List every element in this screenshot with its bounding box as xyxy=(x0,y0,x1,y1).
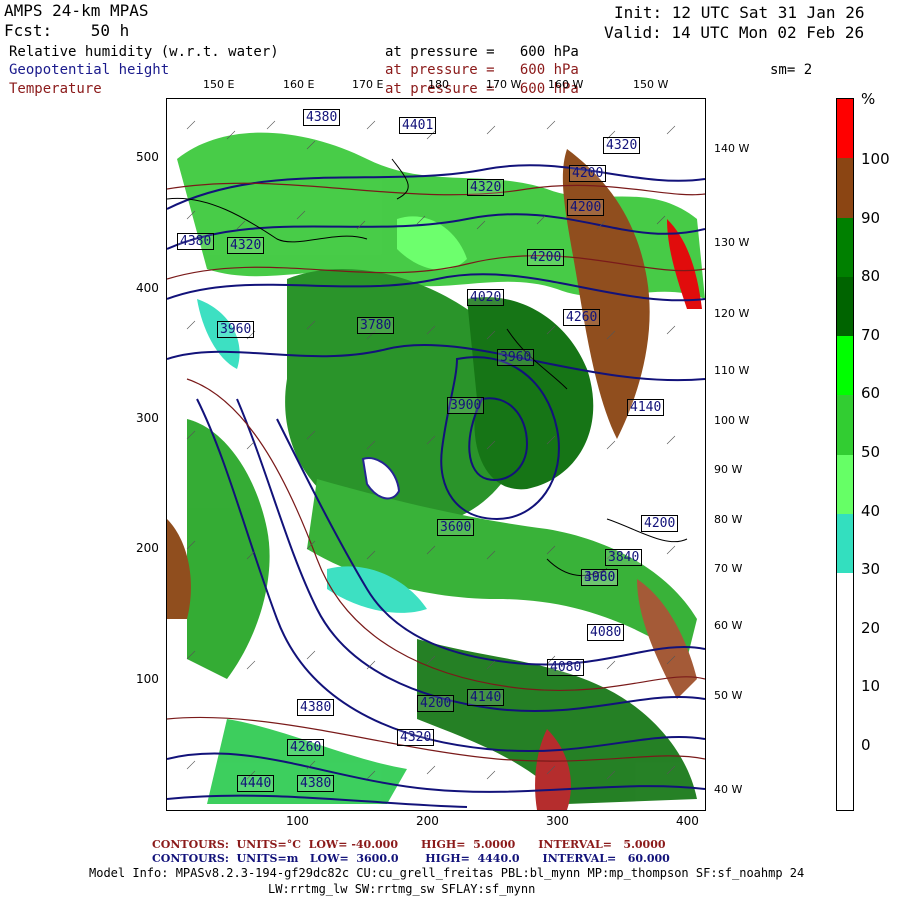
colorbar-unit: % xyxy=(861,90,876,108)
height-contour-label: 4200 xyxy=(567,199,605,216)
valid-time: Valid: 14 UTC Mon 02 Feb 26 xyxy=(604,23,865,42)
temp-contour-info: CONTOURS: UNITS=°C LOW= -40.000 HIGH= 5.… xyxy=(152,838,666,851)
colorbar-tick-label: 40 xyxy=(861,501,881,520)
height-contour-info: CONTOURS: UNITS=m LOW= 3600.0 HIGH= 4440… xyxy=(152,852,670,865)
height-contour-label: 4140 xyxy=(627,399,665,416)
height-contour-label: 4380 xyxy=(177,233,215,250)
lon-label-top: 160 E xyxy=(283,78,315,91)
height-contour-label: 3780 xyxy=(357,317,395,334)
height-contour-label: 4380 xyxy=(303,109,341,126)
x-tick-label: 300 xyxy=(546,814,569,828)
colorbar-segment xyxy=(837,454,853,514)
height-contour-label: 4200 xyxy=(569,165,607,182)
lon-label-top: 180 xyxy=(428,78,449,91)
x-tick-label: 400 xyxy=(676,814,699,828)
lon-label-right: 140 W xyxy=(714,142,750,155)
height-contour-label: 4320 xyxy=(227,237,265,254)
colorbar-tick-label: 10 xyxy=(861,677,881,696)
y-tick-label: 100 xyxy=(136,672,159,686)
smoothing-label: sm= 2 xyxy=(770,62,813,78)
y-tick-label: 500 xyxy=(136,150,159,164)
lon-label-right: 100 W xyxy=(714,414,750,427)
colorbar-tick-label: 90 xyxy=(861,208,881,227)
height-contour-label: 4080 xyxy=(587,624,625,641)
lon-label-top: 150 W xyxy=(633,78,669,91)
field-height-name: Geopotential height xyxy=(9,62,170,78)
x-tick-label: 200 xyxy=(416,814,439,828)
map-plot-area: 4380 4401 4320 4200 4320 4380 4320 4200 4260 4140… xyxy=(166,98,706,811)
lon-label-top: 170 E xyxy=(352,78,384,91)
lon-label-top: 170 W xyxy=(486,78,522,91)
y-tick-label: 400 xyxy=(136,281,159,295)
lon-label-top: 160 W xyxy=(548,78,584,91)
colorbar-tick-label: 60 xyxy=(861,384,881,403)
lon-label-right: 110 W xyxy=(714,364,750,377)
colorbar-segment xyxy=(837,336,853,396)
height-contour-label: 4020 xyxy=(467,289,505,306)
colorbar-tick-label: 80 xyxy=(861,267,881,286)
field-rh-level: at pressure = 600 hPa xyxy=(385,44,579,60)
height-contour-label: 4320 xyxy=(467,179,505,196)
model-title: AMPS 24-km MPAS xyxy=(4,1,149,20)
lon-label-right: 40 W xyxy=(714,783,743,796)
height-contour-label: 3960 xyxy=(217,321,255,338)
field-temp-name: Temperature xyxy=(9,81,102,97)
colorbar-segment xyxy=(837,158,853,218)
lon-label-top: 150 E xyxy=(203,78,235,91)
height-contour-label: 4320 xyxy=(603,137,641,154)
height-contour-label: 4440 xyxy=(237,775,275,792)
height-contour-label: 3900 xyxy=(447,397,485,414)
height-contour-label: 4260 xyxy=(563,309,601,326)
x-tick-label: 100 xyxy=(286,814,309,828)
init-time: Init: 12 UTC Sat 31 Jan 26 xyxy=(614,3,865,22)
model-info: Model Info: MPASv8.2.3-194-gf29dc82c CU:… xyxy=(89,866,805,880)
height-contour-label: 4380 xyxy=(297,775,335,792)
colorbar-segment xyxy=(837,276,853,336)
colorbar-tick-label: 0 xyxy=(861,736,871,754)
lon-label-right: 80 W xyxy=(714,513,743,526)
colorbar-segment xyxy=(837,573,853,633)
height-contour-label: 4200 xyxy=(417,695,455,712)
colorbar-tick-label: 20 xyxy=(861,618,881,637)
height-contour-label: 4200 xyxy=(527,249,565,266)
field-height-level: at pressure = 600 hPa xyxy=(385,62,579,78)
lon-label-right: 70 W xyxy=(714,562,743,575)
field-rh-name: Relative humidity (w.r.t. water) xyxy=(9,44,279,60)
lon-label-right: 90 W xyxy=(714,463,743,476)
colorbar-segment xyxy=(837,395,853,455)
height-contour-label: 4380 xyxy=(297,699,335,716)
height-contour-label: 4401 xyxy=(399,117,437,134)
height-contour-label: 3840 xyxy=(605,549,643,566)
lon-label-right: 60 W xyxy=(714,619,743,632)
height-contour-label: 4080 xyxy=(547,659,585,676)
model-info-2: LW:rrtmg_lw SW:rrtmg_sw SFLAY:sf_mynn xyxy=(268,882,536,896)
colorbar-segment xyxy=(837,691,853,751)
y-tick-label: 300 xyxy=(136,411,159,425)
height-contour-label: 4320 xyxy=(397,729,435,746)
forecast-hour: Fcst: 50 h xyxy=(4,21,130,40)
colorbar-tick-label: 70 xyxy=(861,325,881,344)
height-contour-label: 4200 xyxy=(641,515,679,532)
lon-label-right: 120 W xyxy=(714,307,750,320)
colorbar-segment xyxy=(837,513,853,573)
y-tick-label: 200 xyxy=(136,541,159,555)
lon-label-right: 50 W xyxy=(714,689,743,702)
lon-label-right: 130 W xyxy=(714,236,750,249)
height-contour-label: 3600 xyxy=(437,519,475,536)
height-contour-label: 3960 xyxy=(497,349,535,366)
height-contour-label: 3960 xyxy=(581,569,619,586)
colorbar-segment xyxy=(837,750,853,810)
colorbar-segment xyxy=(837,632,853,692)
height-contour-label: 4140 xyxy=(467,689,505,706)
colorbar-segment xyxy=(837,217,853,277)
height-contour-label: 4260 xyxy=(287,739,325,756)
colorbar-tick-label: 50 xyxy=(861,443,881,461)
colorbar-tick-label: 30 xyxy=(861,560,881,579)
colorbar-segment xyxy=(837,99,853,159)
rh-colorbar xyxy=(836,98,854,811)
colorbar-tick-label: 100 xyxy=(861,150,890,168)
